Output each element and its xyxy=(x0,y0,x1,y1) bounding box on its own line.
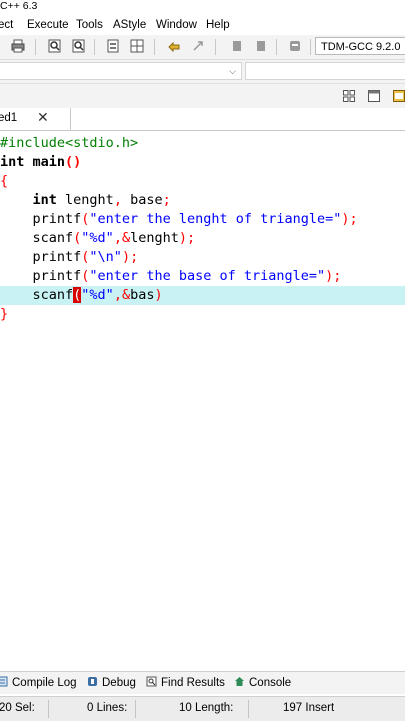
code-line-6-text: scanf("%d",&lenght); xyxy=(0,230,196,246)
panel-icon[interactable] xyxy=(393,90,405,102)
code-line-7: printf("\n"); xyxy=(0,248,405,267)
code-line-7-text: printf("\n"); xyxy=(0,249,139,265)
tab-find-results[interactable]: Find Results xyxy=(146,676,225,689)
toggle-icon[interactable] xyxy=(288,39,302,53)
bookmark-next-icon[interactable] xyxy=(254,39,268,53)
tab-console[interactable]: Console xyxy=(234,676,291,689)
toolbar: TDM-GCC 9.2.0 xyxy=(0,35,405,60)
tab-compile-log[interactable]: Compile Log xyxy=(0,676,77,689)
status-lines: 0 Lines: xyxy=(87,702,128,714)
code-line-3-text: { xyxy=(0,173,9,189)
code-editor[interactable]: #include<stdio.h> int main() { int lengh… xyxy=(0,131,405,666)
menu-execute[interactable]: Execute xyxy=(27,19,69,31)
code-line-5: printf("enter the lenght of triangle="); xyxy=(0,210,405,229)
scope-bar: ⌵ xyxy=(0,60,405,84)
close-icon[interactable]: ✕ xyxy=(37,109,49,126)
tab-compile-log-label: Compile Log xyxy=(12,677,77,689)
tiles-icon[interactable] xyxy=(343,90,355,102)
chevron-down-icon: ⌵ xyxy=(229,66,236,76)
status-sel: 20 Sel: xyxy=(0,702,35,714)
replace-icon[interactable] xyxy=(72,39,86,53)
code-line-1: #include<stdio.h> xyxy=(0,134,405,153)
code-line-10-text: } xyxy=(0,306,9,322)
code-line-9-current: scanf("%d",&bas) xyxy=(0,286,405,305)
code-line-4: int lenght, base; xyxy=(0,191,405,210)
code-line-2-text: int main() xyxy=(0,154,82,170)
tab-debug[interactable]: Debug xyxy=(87,676,136,689)
tab-untitled[interactable]: ed1 ✕ xyxy=(0,108,71,130)
code-line-1-text: #include<stdio.h> xyxy=(0,135,139,151)
find-icon[interactable] xyxy=(48,39,62,53)
code-line-6: scanf("%d",&lenght); xyxy=(0,229,405,248)
tab-label: ed1 xyxy=(0,112,18,124)
console-icon xyxy=(235,677,244,686)
menu-help[interactable]: Help xyxy=(206,19,230,31)
print-icon[interactable] xyxy=(11,39,25,53)
title-bar: C++ 6.3 xyxy=(0,0,405,15)
compile-log-icon xyxy=(0,676,8,687)
menu-window[interactable]: Window xyxy=(156,19,197,31)
window-title: C++ 6.3 xyxy=(0,0,38,12)
code-line-4-text: int lenght, base; xyxy=(32,192,171,208)
status-length: 10 Length: xyxy=(179,702,234,714)
symbol-dropdown[interactable] xyxy=(245,62,405,80)
code-line-8-text: printf("enter the base of triangle="); xyxy=(0,268,342,284)
new-class-icon[interactable] xyxy=(106,39,120,53)
tab-debug-label: Debug xyxy=(102,677,136,689)
grid-icon[interactable] xyxy=(130,39,144,53)
tab-find-results-label: Find Results xyxy=(161,677,225,689)
status-mode: 197 Insert xyxy=(283,702,335,714)
menu-project[interactable]: ect xyxy=(0,19,13,31)
code-line-9-text: scanf("%d",&bas) xyxy=(0,287,163,303)
bottom-panel-tabs: Compile Log Debug Find Results Console xyxy=(0,671,405,694)
menu-tools[interactable]: Tools xyxy=(76,19,103,31)
window-icon[interactable] xyxy=(368,90,380,102)
code-line-10: } xyxy=(0,305,405,324)
code-line-8: printf("enter the base of triangle="); xyxy=(0,267,405,286)
scope-dropdown[interactable]: ⌵ xyxy=(0,62,242,80)
view-bar xyxy=(0,84,405,108)
compiler-select[interactable]: TDM-GCC 9.2.0 xyxy=(315,37,405,55)
arrow-icon[interactable] xyxy=(192,39,206,53)
menu-astyle[interactable]: AStyle xyxy=(113,19,146,31)
goto-icon[interactable] xyxy=(167,39,181,53)
code-line-2: int main() xyxy=(0,153,405,172)
editor-tab-bar: ed1 ✕ xyxy=(0,108,405,131)
code-line-3: { xyxy=(0,172,405,191)
menu-bar: ect Execute Tools AStyle Window Help xyxy=(0,16,405,35)
bookmark-icon[interactable] xyxy=(230,39,244,53)
debug-icon xyxy=(88,677,97,686)
tab-console-label: Console xyxy=(249,677,292,689)
status-bar: 20 Sel: 0 Lines: 10 Length: 197 Insert xyxy=(0,696,405,721)
code-line-5-text: printf("enter the lenght of triangle="); xyxy=(0,211,358,227)
find-results-icon xyxy=(146,676,157,687)
